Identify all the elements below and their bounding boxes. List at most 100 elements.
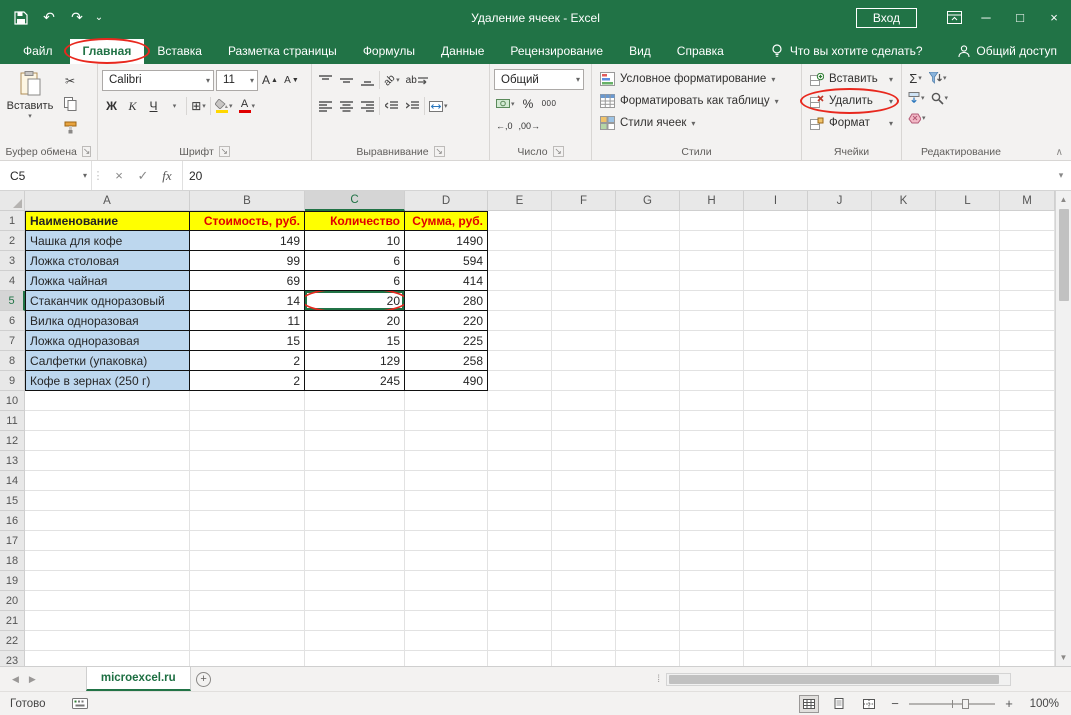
cell-F23[interactable] (552, 651, 616, 666)
cell-M4[interactable] (1000, 271, 1055, 291)
cell-A9[interactable]: Кофе в зернах (250 г) (25, 371, 190, 391)
cell-A20[interactable] (25, 591, 190, 611)
cell-M20[interactable] (1000, 591, 1055, 611)
cell-E5[interactable] (488, 291, 552, 311)
paste-dropdown-icon[interactable]: ▾ (28, 112, 32, 120)
page-layout-view-icon[interactable] (829, 695, 849, 713)
bold-button[interactable]: Ж (102, 96, 121, 117)
row-header-9[interactable]: 9 (0, 371, 25, 391)
cell-C20[interactable] (305, 591, 405, 611)
cell-E23[interactable] (488, 651, 552, 666)
cell-I16[interactable] (744, 511, 808, 531)
save-icon[interactable] (8, 6, 34, 30)
cell-styles-button[interactable]: Стили ячеек ▾ (596, 112, 797, 134)
cell-M7[interactable] (1000, 331, 1055, 351)
formula-input[interactable]: 20 (183, 161, 1051, 190)
underline-dropdown-icon[interactable]: ▾ (165, 96, 184, 117)
tab-Рецензирование[interactable]: Рецензирование (497, 39, 616, 64)
cell-A5[interactable]: Стаканчик одноразовый (25, 291, 190, 311)
accounting-format-icon[interactable]: ▾ (494, 93, 517, 114)
cell-J6[interactable] (808, 311, 872, 331)
cell-F16[interactable] (552, 511, 616, 531)
row-header-4[interactable]: 4 (0, 271, 25, 291)
percent-style-icon[interactable]: % (519, 93, 538, 114)
cell-D7[interactable]: 225 (405, 331, 488, 351)
cell-J16[interactable] (808, 511, 872, 531)
cell-C21[interactable] (305, 611, 405, 631)
dialog-launcher-icon[interactable]: ↘ (218, 146, 230, 157)
cell-C23[interactable] (305, 651, 405, 666)
cell-A8[interactable]: Салфетки (упаковка) (25, 351, 190, 371)
cell-J1[interactable] (808, 211, 872, 231)
cell-G5[interactable] (616, 291, 680, 311)
cell-K9[interactable] (872, 371, 936, 391)
cell-I2[interactable] (744, 231, 808, 251)
cell-F11[interactable] (552, 411, 616, 431)
cell-M18[interactable] (1000, 551, 1055, 571)
cell-K21[interactable] (872, 611, 936, 631)
row-header-12[interactable]: 12 (0, 431, 25, 451)
cell-C4[interactable]: 6 (305, 271, 405, 291)
cell-J18[interactable] (808, 551, 872, 571)
increase-font-icon[interactable]: А ▲ (260, 70, 280, 91)
cell-E6[interactable] (488, 311, 552, 331)
clear-icon[interactable]: ▾ (906, 108, 928, 129)
cell-E14[interactable] (488, 471, 552, 491)
column-header-K[interactable]: K (872, 191, 936, 211)
cell-B16[interactable] (190, 511, 305, 531)
autosum-icon[interactable]: Σ ▾ (906, 68, 925, 89)
cell-I14[interactable] (744, 471, 808, 491)
cell-A11[interactable] (25, 411, 190, 431)
cell-F18[interactable] (552, 551, 616, 571)
cell-L9[interactable] (936, 371, 1000, 391)
cell-M2[interactable] (1000, 231, 1055, 251)
cell-G18[interactable] (616, 551, 680, 571)
cell-I5[interactable] (744, 291, 808, 311)
align-bottom-icon[interactable] (358, 70, 377, 91)
column-header-I[interactable]: I (744, 191, 808, 211)
cell-M10[interactable] (1000, 391, 1055, 411)
cell-E3[interactable] (488, 251, 552, 271)
cell-I10[interactable] (744, 391, 808, 411)
cell-H6[interactable] (680, 311, 744, 331)
cell-A6[interactable]: Вилка одноразовая (25, 311, 190, 331)
format-as-table-button[interactable]: Форматировать как таблицу ▾ (596, 90, 797, 112)
cell-M5[interactable] (1000, 291, 1055, 311)
cell-I7[interactable] (744, 331, 808, 351)
cell-M9[interactable] (1000, 371, 1055, 391)
wrap-text-icon[interactable]: ab (404, 70, 430, 91)
cell-M12[interactable] (1000, 431, 1055, 451)
cell-L16[interactable] (936, 511, 1000, 531)
cell-B6[interactable]: 11 (190, 311, 305, 331)
cell-A3[interactable]: Ложка столовая (25, 251, 190, 271)
font-size-combo[interactable]: 11 ▾ (216, 69, 258, 91)
cell-A22[interactable] (25, 631, 190, 651)
cell-D20[interactable] (405, 591, 488, 611)
cell-A19[interactable] (25, 571, 190, 591)
italic-button[interactable]: К (123, 96, 142, 117)
cell-G16[interactable] (616, 511, 680, 531)
column-header-M[interactable]: M (1000, 191, 1055, 211)
cell-C1[interactable]: Количество (305, 211, 405, 231)
cell-I19[interactable] (744, 571, 808, 591)
tab-Вставка[interactable]: Вставка (144, 39, 215, 64)
page-break-view-icon[interactable] (859, 695, 879, 713)
cell-A18[interactable] (25, 551, 190, 571)
cell-C14[interactable] (305, 471, 405, 491)
cell-L15[interactable] (936, 491, 1000, 511)
cell-E16[interactable] (488, 511, 552, 531)
cell-C3[interactable]: 6 (305, 251, 405, 271)
underline-button[interactable]: Ч (144, 96, 163, 117)
tab-Вид[interactable]: Вид (616, 39, 664, 64)
cell-J10[interactable] (808, 391, 872, 411)
cell-K22[interactable] (872, 631, 936, 651)
cell-I12[interactable] (744, 431, 808, 451)
cell-G8[interactable] (616, 351, 680, 371)
cell-L2[interactable] (936, 231, 1000, 251)
comma-style-icon[interactable]: 000 (540, 93, 559, 114)
cell-F3[interactable] (552, 251, 616, 271)
cell-K19[interactable] (872, 571, 936, 591)
cell-B22[interactable] (190, 631, 305, 651)
share-button[interactable]: Общий доступ (958, 44, 1071, 64)
horizontal-scrollbar[interactable] (666, 672, 1011, 686)
